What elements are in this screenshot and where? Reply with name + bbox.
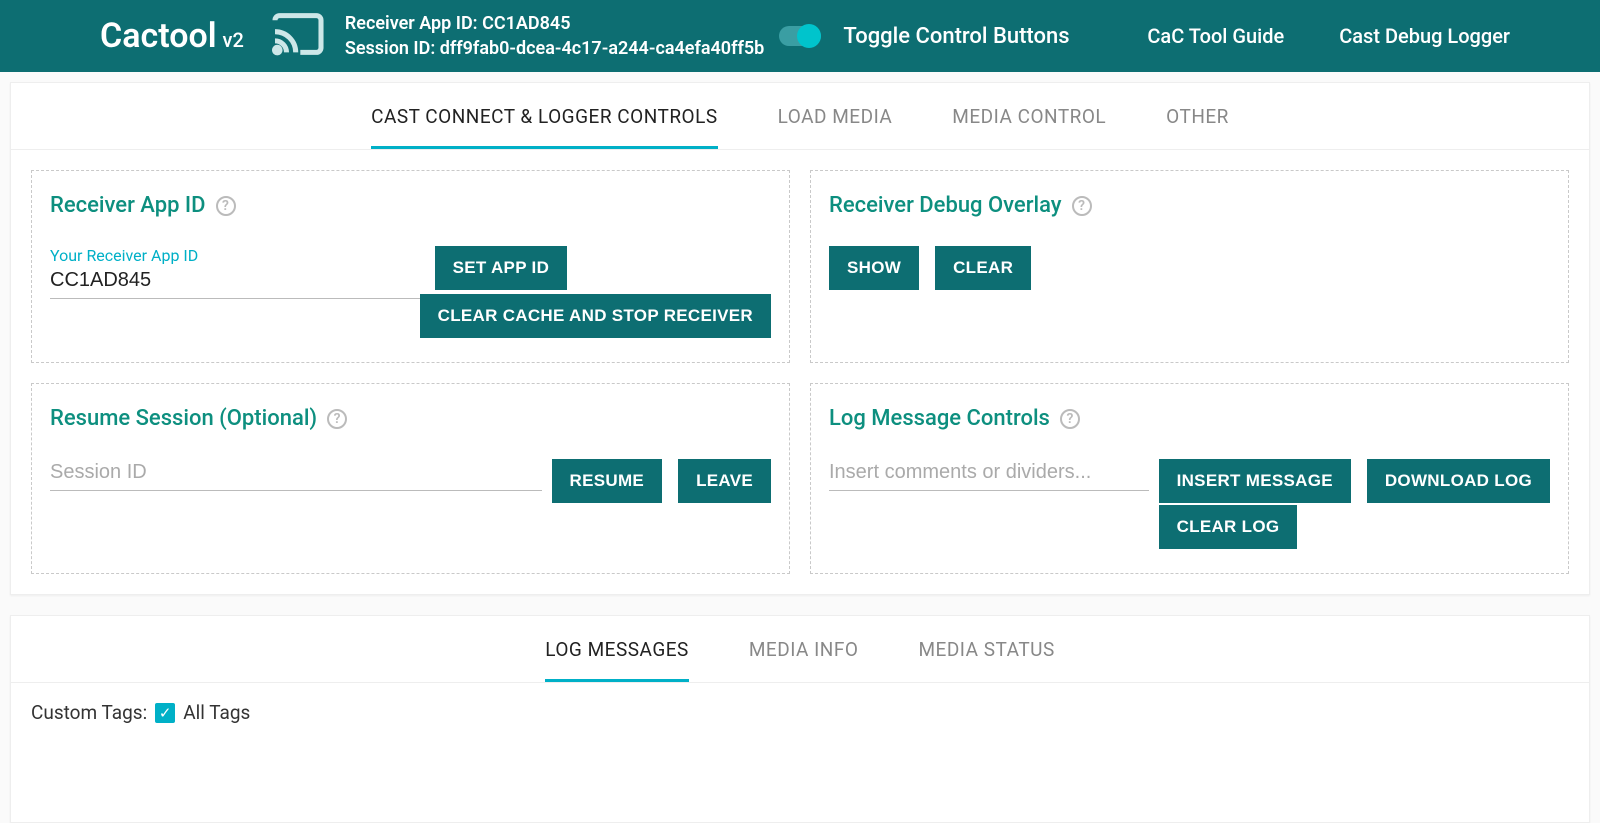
link-cac-guide[interactable]: CaC Tool Guide	[1147, 24, 1284, 48]
tab-media-info[interactable]: MEDIA INFO	[749, 638, 859, 682]
log-message-input[interactable]	[829, 459, 1149, 491]
app-header: Cactool v2 Receiver App ID: CC1AD845 Ses…	[0, 0, 1600, 72]
app-name: Cactool	[100, 16, 217, 56]
tab-load-media[interactable]: LOAD MEDIA	[778, 105, 893, 149]
tab-log-messages[interactable]: LOG MESSAGES	[545, 638, 689, 682]
show-overlay-button[interactable]: SHOW	[829, 246, 919, 290]
main-tabs: CAST CONNECT & LOGGER CONTROLS LOAD MEDI…	[11, 83, 1589, 150]
panel-title-log: Log Message Controls	[829, 406, 1050, 431]
tab-cast-connect[interactable]: CAST CONNECT & LOGGER CONTROLS	[371, 105, 718, 149]
leave-button[interactable]: LEAVE	[678, 459, 771, 503]
help-icon[interactable]: ?	[1060, 409, 1080, 429]
log-card: LOG MESSAGES MEDIA INFO MEDIA STATUS Cus…	[10, 615, 1590, 823]
tab-media-control[interactable]: MEDIA CONTROL	[952, 105, 1106, 149]
custom-tags-row: Custom Tags: ✓ All Tags	[11, 683, 1589, 742]
session-id-input[interactable]	[50, 459, 542, 491]
panel-title-resume: Resume Session (Optional)	[50, 406, 317, 431]
receiver-app-id-label: Receiver App ID:	[345, 13, 478, 34]
panel-title-app-id: Receiver App ID	[50, 193, 206, 218]
all-tags-checkbox[interactable]: ✓	[155, 703, 175, 723]
panel-debug-overlay: Receiver Debug Overlay ? SHOW CLEAR	[810, 170, 1569, 363]
app-version: v2	[223, 28, 244, 52]
clear-log-button[interactable]: CLEAR LOG	[1159, 505, 1298, 549]
header-ids: Receiver App ID: CC1AD845 Session ID: df…	[345, 11, 764, 61]
panel-title-overlay: Receiver Debug Overlay	[829, 193, 1062, 218]
cast-icon[interactable]	[269, 11, 327, 61]
resume-button[interactable]: RESUME	[552, 459, 663, 503]
receiver-app-id-input[interactable]	[50, 267, 425, 299]
panel-log-controls: Log Message Controls ? INSERT MESSAGE DO…	[810, 383, 1569, 574]
toggle-label: Toggle Control Buttons	[843, 24, 1069, 49]
help-icon[interactable]: ?	[327, 409, 347, 429]
all-tags-label: All Tags	[183, 701, 250, 724]
set-app-id-button[interactable]: SET APP ID	[435, 246, 568, 290]
panel-receiver-app-id: Receiver App ID ? Your Receiver App ID S…	[31, 170, 790, 363]
custom-tags-label: Custom Tags:	[31, 701, 147, 724]
clear-cache-button[interactable]: CLEAR CACHE AND STOP RECEIVER	[420, 294, 771, 338]
link-cast-debug-logger[interactable]: Cast Debug Logger	[1339, 24, 1510, 48]
tab-other[interactable]: OTHER	[1166, 105, 1229, 149]
insert-message-button[interactable]: INSERT MESSAGE	[1159, 459, 1351, 503]
session-id-label: Session ID:	[345, 38, 435, 59]
session-id-value: dff9fab0-dcea-4c17-a244-ca4efa40ff5b	[440, 38, 765, 59]
app-title: Cactool v2	[100, 16, 244, 56]
toggle-control-buttons[interactable]	[779, 26, 821, 46]
panel-resume-session: Resume Session (Optional) ? RESUME LEAVE	[31, 383, 790, 574]
field-label-app-id: Your Receiver App ID	[50, 246, 425, 265]
tab-media-status[interactable]: MEDIA STATUS	[918, 638, 1054, 682]
header-links: CaC Tool Guide Cast Debug Logger	[1147, 24, 1510, 48]
help-icon[interactable]: ?	[216, 196, 236, 216]
help-icon[interactable]: ?	[1072, 196, 1092, 216]
log-tabs: LOG MESSAGES MEDIA INFO MEDIA STATUS	[11, 616, 1589, 683]
controls-card: CAST CONNECT & LOGGER CONTROLS LOAD MEDI…	[10, 82, 1590, 595]
download-log-button[interactable]: DOWNLOAD LOG	[1367, 459, 1550, 503]
clear-overlay-button[interactable]: CLEAR	[935, 246, 1031, 290]
receiver-app-id-value: CC1AD845	[482, 13, 570, 34]
